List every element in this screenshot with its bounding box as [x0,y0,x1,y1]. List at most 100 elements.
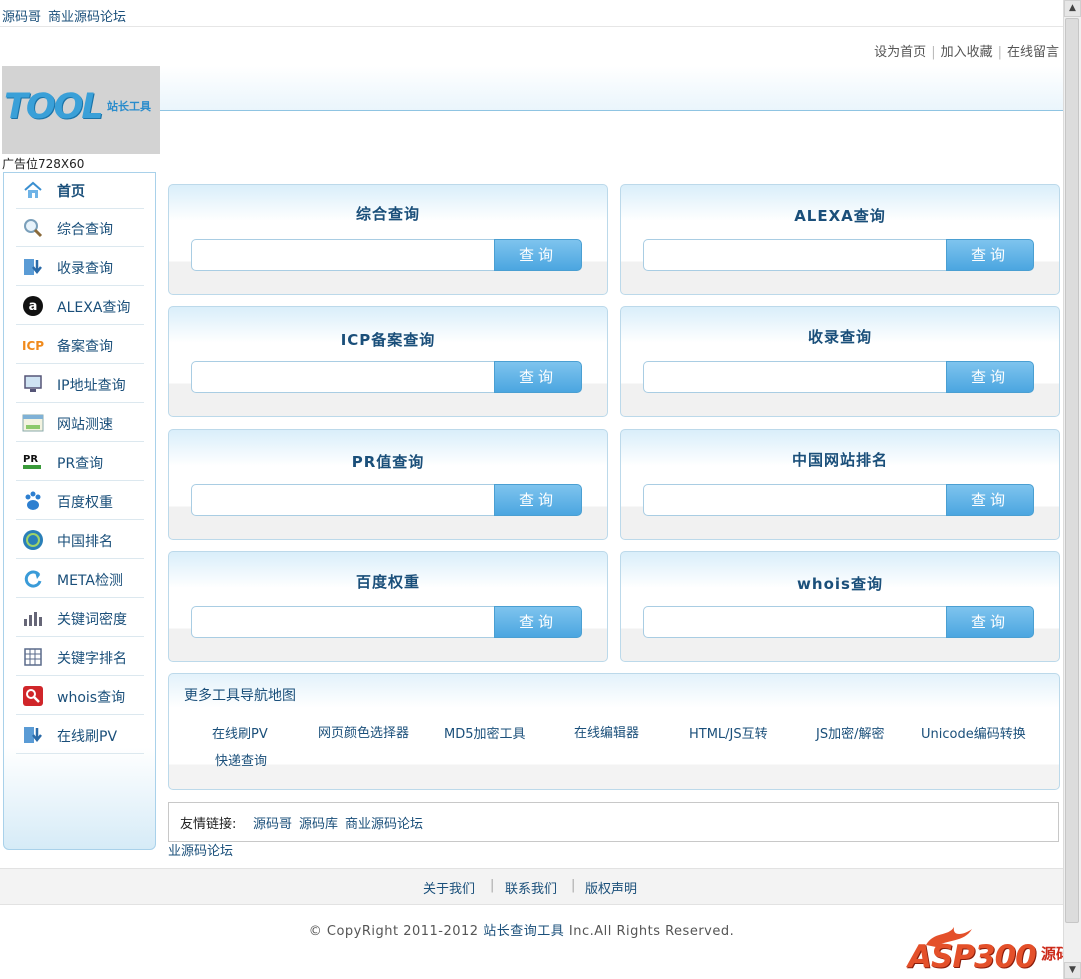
alexa-query-input[interactable] [643,239,947,271]
scroll-up-arrow-icon[interactable]: ▲ [1064,0,1081,17]
alexa-query-button[interactable]: 查询 [946,239,1034,271]
more-tools-title: 更多工具导航地图 [184,688,296,704]
download-arrow-icon [24,259,42,275]
friend-link-forum[interactable]: 商业源码论坛 [345,813,423,832]
vertical-scrollbar[interactable]: ▲ ▼ [1063,0,1081,979]
footer-link-contact[interactable]: 联系我们 [505,878,557,897]
panel-alexa-query: ALEXA查询 查询 [620,184,1060,295]
svg-text:a: a [29,299,38,314]
tool-link-online-editor[interactable]: 在线编辑器 [574,722,639,741]
china-rank-query-button[interactable]: 查询 [946,484,1034,516]
add-favorite-link[interactable]: 加入收藏 [941,45,993,60]
site-logo[interactable]: TOOL 站长工具 [2,66,160,154]
panel-pr-query: PR值查询 查询 [168,429,608,540]
sidebar-item-label: 收录查询 [57,261,113,277]
set-homepage-link[interactable]: 设为首页 [874,45,926,60]
home-icon [24,181,42,198]
baidu-weight-query-input[interactable] [191,606,495,638]
panel-title: PR值查询 [351,453,425,471]
icp-query-input[interactable] [191,361,495,393]
tool-link-md5[interactable]: MD5加密工具 [444,723,526,742]
friend-link-yuanmaku[interactable]: 源码库 [299,813,338,832]
sidebar-item-keyword-density[interactable]: 关键词密度 [16,598,144,637]
alexa-icon: a [23,296,43,316]
friend-links-bar: 友情链接: 源码哥 源码库 商业源码论坛 [168,802,1059,842]
sidebar-item-meta[interactable]: META检测 [16,559,144,598]
svg-text:PR: PR [23,454,38,465]
tool-link-color-picker[interactable]: 网页颜色选择器 [318,722,409,741]
sidebar-item-comprehensive[interactable]: 综合查询 [16,208,144,247]
panel-comprehensive-query: 综合查询 查询 [168,184,608,295]
sidebar-item-keyword-rank[interactable]: 关键字排名 [16,637,144,676]
icp-query-button[interactable]: 查询 [494,361,582,393]
panel-title: 百度权重 [355,573,420,591]
pr-query-button[interactable]: 查询 [494,484,582,516]
footer-nav: 关于我们 | 联系我们 | 版权声明 [0,868,1063,905]
pr-query-input[interactable] [191,484,495,516]
panel-title: 收录查询 [807,328,872,346]
overflow-link-text[interactable]: 业源码论坛 [168,840,233,859]
sidebar-item-label: 百度权重 [57,495,113,511]
footer-link-copyright[interactable]: 版权声明 [585,878,637,897]
sidebar-item-label: META检测 [57,573,123,589]
pr-icon: PR [23,454,41,469]
index-query-button[interactable]: 查询 [946,361,1034,393]
sidebar-item-speed[interactable]: 网站测速 [16,403,144,442]
sidebar-item-home[interactable]: 首页 [16,170,144,209]
tool-link-express[interactable]: 快递查询 [215,750,267,769]
sidebar-item-alexa[interactable]: a ALEXA查询 [16,286,144,325]
header-band [160,66,1063,111]
monitor-icon [24,375,42,392]
svg-text:ICP: ICP [22,339,44,353]
top-link-yuanmage[interactable]: 源码哥 [2,6,41,25]
top-right-links: 设为首页 | 加入收藏 | 在线留言 [874,45,1059,60]
tool-link-refresh-pv[interactable]: 在线刷PV [212,723,268,742]
paw-icon [25,491,41,510]
sidebar-item-icp[interactable]: ICP 备案查询 [16,325,144,364]
asp300-watermark: ASP300 源码 [908,925,1073,979]
copyright-suffix: Inc.All Rights Reserved. [564,924,735,939]
watermark-text: ASP300 [908,939,1037,975]
sidebar-item-label: 关键字排名 [57,651,127,667]
panel-china-rank-query: 中国网站排名 查询 [620,429,1060,540]
sidebar-item-ip[interactable]: IP地址查询 [16,364,144,403]
panel-title: ALEXA查询 [794,207,886,225]
tool-link-unicode[interactable]: Unicode编码转换 [921,723,1026,742]
footer-separator: | [571,878,576,893]
panel-baidu-weight-query: 百度权重 查询 [168,551,608,662]
friend-link-yuanmage[interactable]: 源码哥 [253,813,292,832]
sidebar-item-index[interactable]: 收录查询 [16,247,144,286]
sidebar-item-label: 在线刷PV [57,729,118,745]
tool-link-html-js[interactable]: HTML/JS互转 [689,723,768,742]
comprehensive-query-button[interactable]: 查询 [494,239,582,271]
top-link-forum[interactable]: 商业源码论坛 [48,6,126,25]
sidebar-item-baidu-weight[interactable]: 百度权重 [16,481,144,520]
whois-query-input[interactable] [643,606,947,638]
scroll-down-arrow-icon[interactable]: ▼ [1064,962,1081,979]
panel-index-query: 收录查询 查询 [620,306,1060,417]
copyright-brand-link[interactable]: 站长查询工具 [483,924,564,939]
sidebar-item-refresh-pv[interactable]: 在线刷PV [16,715,144,754]
top-bar: 源码哥 商业源码论坛 [0,0,1063,27]
baidu-weight-query-button[interactable]: 查询 [494,606,582,638]
panel-title: 综合查询 [355,205,420,223]
online-message-link[interactable]: 在线留言 [1007,45,1059,60]
sidebar-item-label: 备案查询 [57,339,113,355]
panel-title: whois查询 [797,575,883,593]
sidebar-item-label: 首页 [57,184,85,200]
sidebar-item-pr[interactable]: PR PR查询 [16,442,144,481]
china-rank-query-input[interactable] [643,484,947,516]
sidebar-item-label: 综合查询 [57,222,113,238]
sidebar-item-china-rank[interactable]: 中国排名 [16,520,144,559]
whois-query-button[interactable]: 查询 [946,606,1034,638]
footer-link-about[interactable]: 关于我们 [423,878,475,897]
sidebar-item-whois[interactable]: whois查询 [16,676,144,715]
index-query-input[interactable] [643,361,947,393]
bar-chart-icon [24,612,42,626]
sidebar-item-label: ALEXA查询 [57,300,131,316]
comprehensive-query-input[interactable] [191,239,495,271]
globe-icon [23,530,43,550]
friend-links-label: 友情链接: [180,817,237,832]
scrollbar-thumb[interactable] [1065,18,1079,923]
tool-link-js-encrypt[interactable]: JS加密/解密 [816,723,884,742]
